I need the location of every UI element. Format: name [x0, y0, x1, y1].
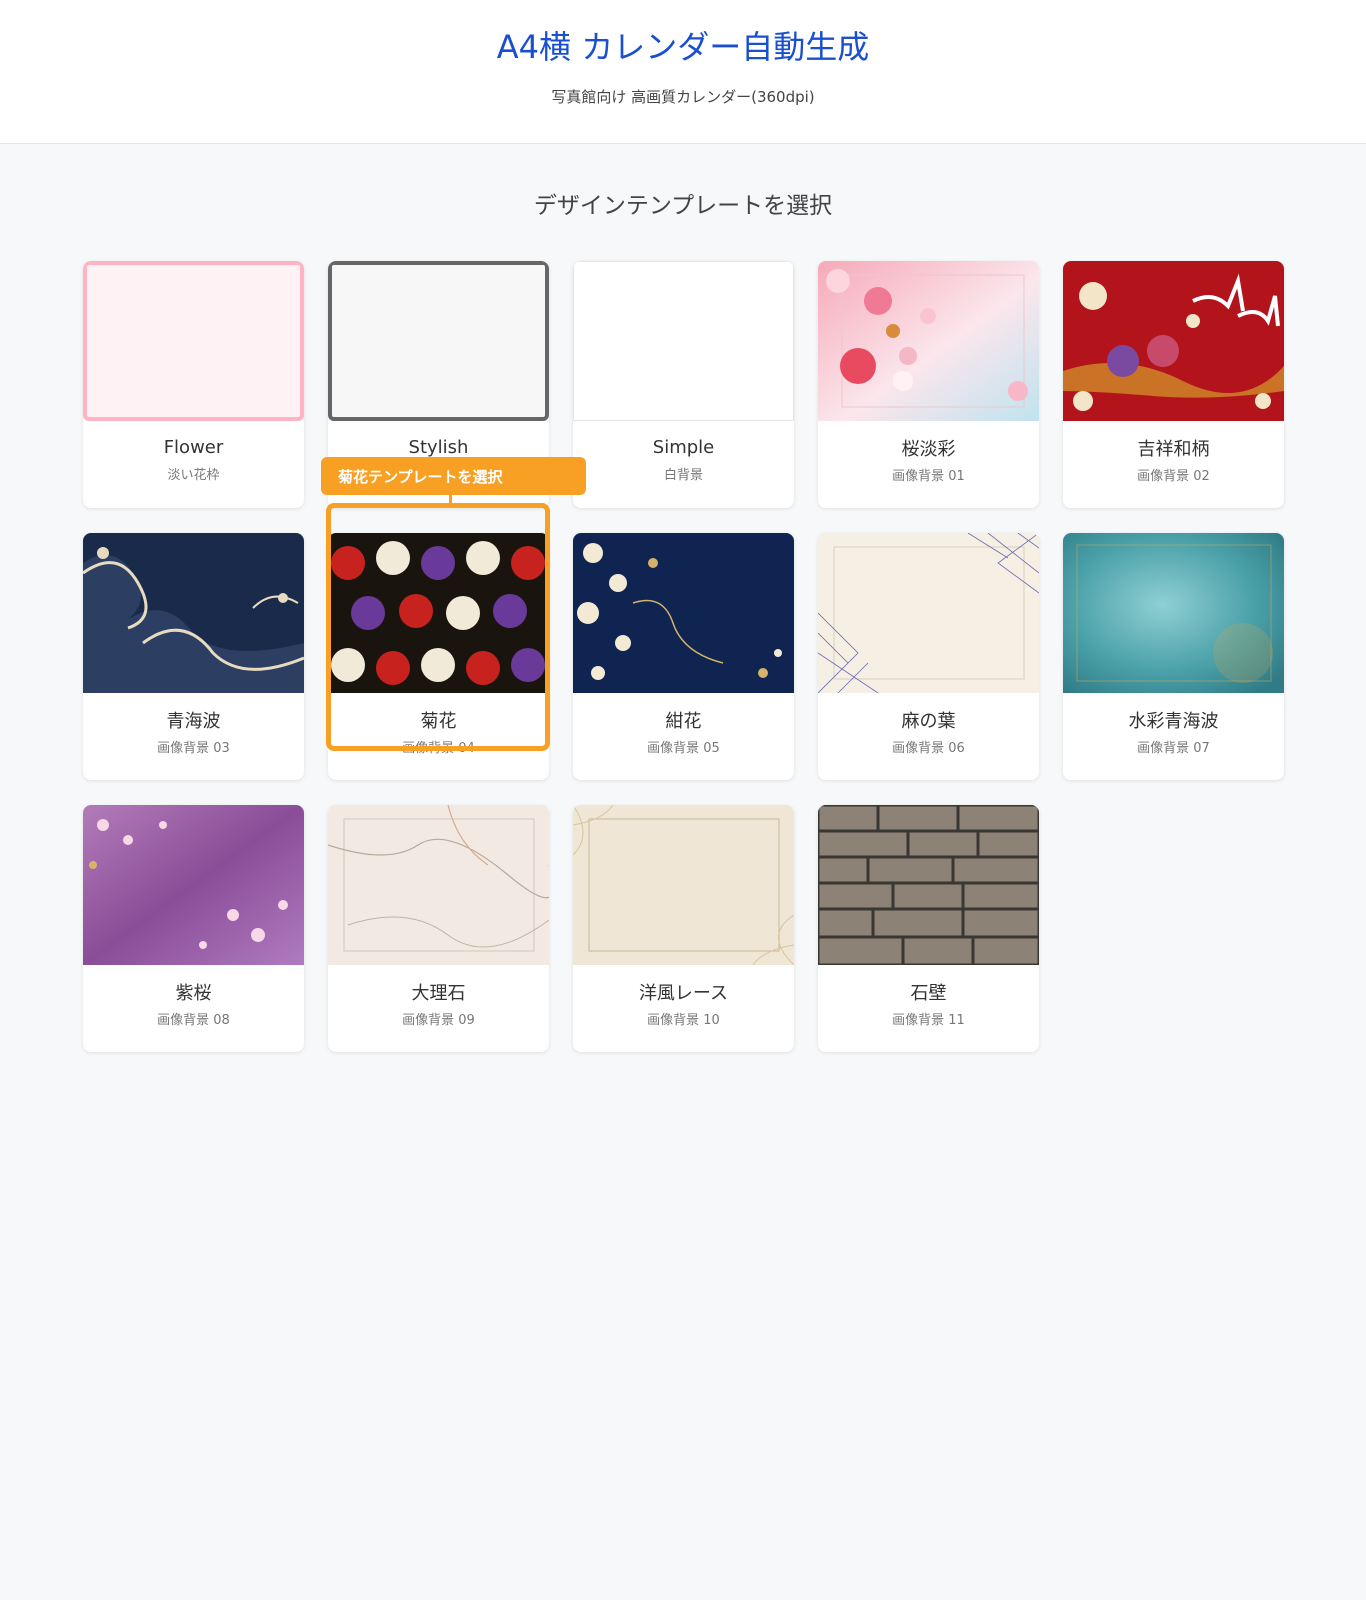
template-thumbnail — [573, 805, 794, 965]
template-description: 画像背景 02 — [1137, 469, 1210, 484]
template-description: 画像背景 10 — [647, 1013, 720, 1028]
template-description: 画像背景 04 — [402, 741, 475, 756]
template-name: Stylish — [408, 437, 469, 458]
template-name: 洋風レース — [638, 983, 729, 1004]
template-card-kissho-wagara[interactable]: 吉祥和柄 画像背景 02 — [1063, 261, 1284, 508]
template-thumbnail — [818, 533, 1039, 693]
app-title: A4横 カレンダー自動生成 — [496, 28, 870, 66]
template-card-murasaki-zakura[interactable]: 紫桜 画像背景 08 — [83, 805, 304, 1052]
template-thumbnail — [83, 805, 304, 965]
template-thumbnail — [328, 805, 549, 965]
template-name: 大理石 — [411, 983, 466, 1004]
template-card-suisai-seigaiha[interactable]: 水彩青海波 画像背景 07 — [1063, 533, 1284, 780]
callout-label: 菊花テンプレートを選択 — [321, 457, 586, 495]
template-card-dairiseki[interactable]: 大理石 画像背景 09 — [328, 805, 549, 1052]
template-card-yofu-lace[interactable]: 洋風レース 画像背景 10 — [573, 805, 794, 1052]
template-card-sakura-tansai[interactable]: 桜淡彩 画像背景 01 — [818, 261, 1039, 508]
template-description: 画像背景 08 — [157, 1013, 230, 1028]
template-card-asanoha[interactable]: 麻の葉 画像背景 06 — [818, 533, 1039, 780]
app-header: A4横 カレンダー自動生成 写真館向け 高画質カレンダー(360dpi) — [0, 0, 1366, 144]
template-thumbnail — [1063, 533, 1284, 693]
template-name: 青海波 — [166, 711, 221, 732]
template-description: 画像背景 03 — [157, 741, 230, 756]
template-card-flower[interactable]: Flower 淡い花枠 — [83, 261, 304, 508]
callout-stem — [449, 494, 452, 506]
template-thumbnail — [573, 533, 794, 693]
template-thumbnail — [328, 533, 549, 693]
template-name: 紫桜 — [175, 983, 212, 1004]
template-thumbnail — [573, 261, 794, 421]
section-title: デザインテンプレートを選択 — [533, 193, 833, 219]
template-thumbnail — [818, 805, 1039, 965]
template-description: 淡い花枠 — [167, 468, 220, 483]
template-thumbnail — [1063, 261, 1284, 421]
template-card-konka[interactable]: 紺花 画像背景 05 — [573, 533, 794, 780]
app-subtitle: 写真館向け 高画質カレンダー(360dpi) — [551, 88, 815, 106]
template-grid: Flower 淡い花枠 Stylish Simple 白背景 桜淡彩 画像背景 … — [83, 261, 1284, 1061]
template-name: 麻の葉 — [901, 711, 956, 732]
template-name: Flower — [163, 437, 224, 458]
template-description: 画像背景 05 — [647, 741, 720, 756]
template-description: 画像背景 07 — [1137, 741, 1210, 756]
template-name: 桜淡彩 — [901, 439, 956, 460]
template-card-seigaiha[interactable]: 青海波 画像背景 03 — [83, 533, 304, 780]
template-name: Simple — [652, 437, 715, 458]
template-name: 石壁 — [910, 983, 947, 1004]
template-description: 画像背景 06 — [892, 741, 965, 756]
template-name: 水彩青海波 — [1128, 711, 1219, 732]
template-name: 紺花 — [665, 711, 702, 732]
template-name: 吉祥和柄 — [1137, 439, 1210, 460]
template-thumbnail — [818, 261, 1039, 421]
template-thumbnail — [328, 261, 549, 421]
template-name: 菊花 — [420, 711, 457, 732]
template-thumbnail — [83, 261, 304, 421]
template-card-kikka[interactable]: 菊花 画像背景 04 — [328, 533, 549, 780]
template-card-simple[interactable]: Simple 白背景 — [573, 261, 794, 508]
template-thumbnail — [83, 533, 304, 693]
template-description: 白背景 — [663, 468, 703, 483]
template-description: 画像背景 11 — [892, 1013, 965, 1028]
template-description: 画像背景 01 — [892, 469, 965, 484]
template-card-ishikabe[interactable]: 石壁 画像背景 11 — [818, 805, 1039, 1052]
template-description: 画像背景 09 — [402, 1013, 475, 1028]
